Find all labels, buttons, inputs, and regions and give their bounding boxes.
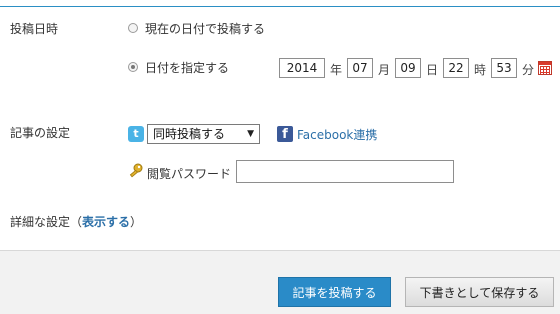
radio-specify-date-label[interactable]: 日付を指定する [145,59,229,76]
password-label: 閲覧パスワード [147,167,232,181]
day-unit: 日 [426,63,439,77]
radio-post-now-label[interactable]: 現在の日付で投稿する [145,20,265,37]
radio-specify-date[interactable] [128,62,138,72]
article-settings-label: 記事の設定 [10,126,71,140]
hour-input[interactable]: 22 [443,58,469,78]
share-select-value: 同時投稿する [153,127,226,141]
save-draft-button[interactable]: 下書きとして保存する [405,277,554,307]
year-unit: 年 [330,63,343,77]
calendar-icon[interactable] [538,61,552,75]
details-label: 詳細な設定（ [10,215,83,229]
details-toggle-link[interactable]: 表示する [82,215,130,229]
month-input[interactable]: 07 [347,58,373,78]
post-datetime-label: 投稿日時 [10,22,59,36]
year-input[interactable]: 2014 [279,58,325,78]
radio-post-now[interactable] [128,23,138,33]
password-input[interactable] [236,160,454,183]
day-input[interactable]: 09 [395,58,421,78]
minute-unit: 分 [522,63,535,77]
top-divider [0,6,560,7]
details-close-paren: ） [130,215,143,229]
twitter-icon: t [128,126,144,142]
chevron-down-icon: ▼ [247,129,254,139]
hour-unit: 時 [474,63,487,77]
facebook-icon[interactable]: f [277,126,293,142]
minute-input[interactable]: 53 [491,58,517,78]
month-unit: 月 [378,63,391,77]
facebook-link[interactable]: Facebook連携 [297,126,377,143]
key-icon [129,163,143,178]
share-select[interactable]: 同時投稿する ▼ [147,124,260,144]
publish-button[interactable]: 記事を投稿する [278,277,391,307]
details-row: 詳細な設定（表示する） [10,213,142,230]
